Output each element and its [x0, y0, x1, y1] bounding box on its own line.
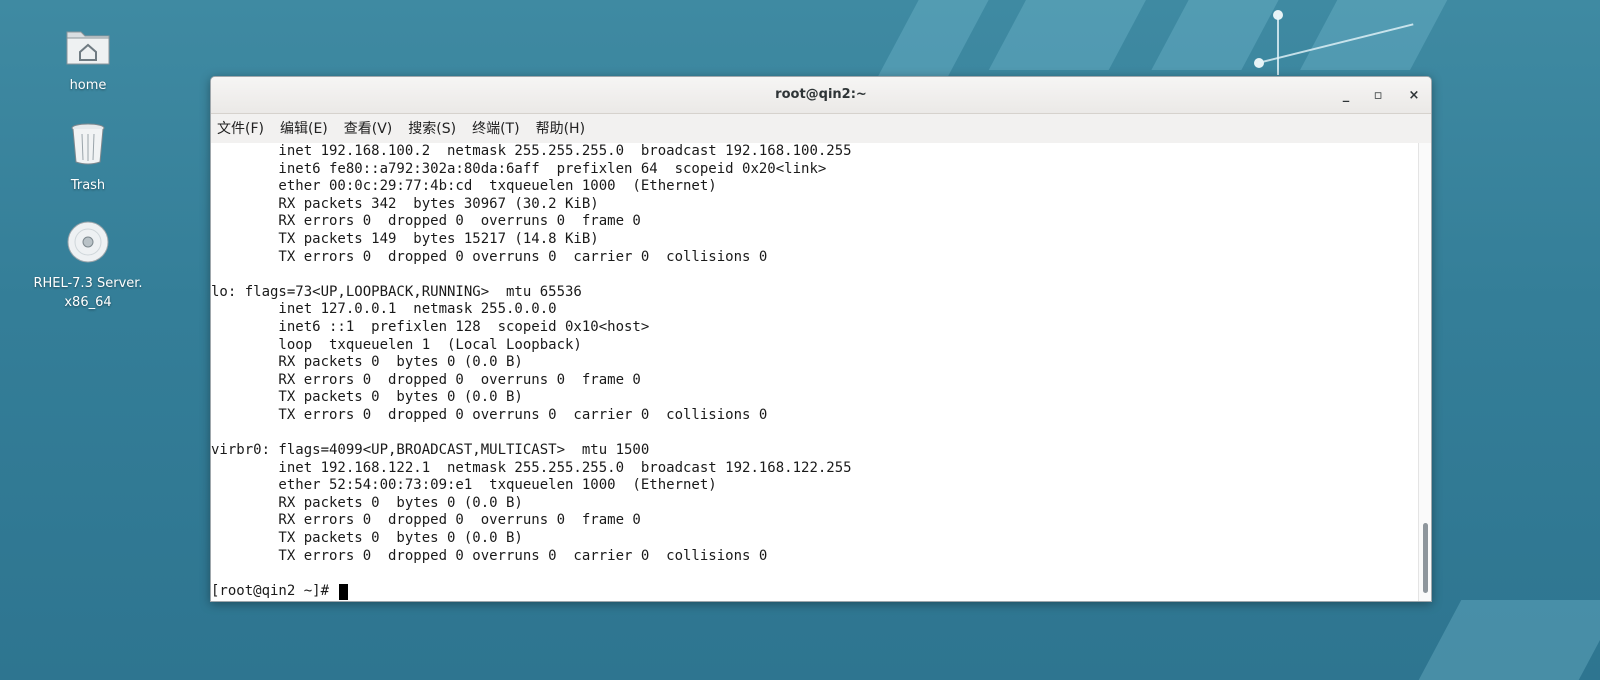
terminal-line: TX packets 0 bytes 0 (0.0 B) — [211, 530, 523, 547]
terminal-line: ether 00:0c:29:77:4b:cd txqueuelen 1000 … — [211, 178, 717, 195]
terminal-line: TX errors 0 dropped 0 overruns 0 carrier… — [211, 248, 768, 265]
desktop-icon-label: home — [69, 78, 107, 93]
shell-prompt-line[interactable]: [root@qin2 ~]# — [211, 583, 1419, 601]
trash-icon — [28, 122, 148, 172]
terminal-line: inet 192.168.122.1 netmask 255.255.255.0… — [211, 459, 852, 476]
minimize-icon[interactable]: _ — [1335, 85, 1357, 107]
shell-prompt: [root@qin2 ~]# — [211, 582, 338, 599]
desktop-icon-label: RHEL-7.3 Server. x86_64 — [33, 276, 143, 310]
terminal-line: lo: flags=73<UP,LOOPBACK,RUNNING> mtu 65… — [211, 283, 582, 300]
desktop-icon-label: Trash — [70, 178, 106, 193]
terminal-line: RX packets 342 bytes 30967 (30.2 KiB) — [211, 195, 599, 212]
menu-terminal[interactable]: 终端(T) — [472, 118, 519, 138]
optical-disc-icon — [28, 220, 148, 270]
menu-help[interactable]: 帮助(H) — [536, 118, 585, 138]
terminal-line: RX packets 0 bytes 0 (0.0 B) — [211, 494, 523, 511]
terminal-scrollbar[interactable] — [1418, 143, 1431, 601]
menu-bar: 文件(F) 编辑(E) 查看(V) 搜索(S) 终端(T) 帮助(H) — [211, 114, 1431, 142]
terminal-output[interactable]: inet 192.168.100.2 netmask 255.255.255.0… — [211, 143, 1419, 601]
terminal-line: RX errors 0 dropped 0 overruns 0 frame 0 — [211, 213, 641, 230]
terminal-line: TX errors 0 dropped 0 overruns 0 carrier… — [211, 406, 768, 423]
desktop-icon-trash[interactable]: Trash — [28, 122, 148, 195]
terminal-line: virbr0: flags=4099<UP,BROADCAST,MULTICAS… — [211, 442, 650, 459]
scrollbar-thumb[interactable] — [1423, 523, 1428, 593]
text-cursor — [339, 583, 349, 600]
window-titlebar[interactable]: root@qin2:~ _ ▫ × — [211, 77, 1431, 114]
terminal-line: TX errors 0 dropped 0 overruns 0 carrier… — [211, 547, 768, 564]
terminal-line: inet 192.168.100.2 netmask 255.255.255.0… — [211, 143, 852, 159]
menu-file[interactable]: 文件(F) — [217, 118, 264, 138]
menu-view[interactable]: 查看(V) — [344, 118, 393, 138]
menu-search[interactable]: 搜索(S) — [408, 118, 456, 138]
menu-edit[interactable]: 编辑(E) — [280, 118, 328, 138]
window-title: root@qin2:~ — [775, 87, 867, 102]
terminal-line: inet6 ::1 prefixlen 128 scopeid 0x10<hos… — [211, 318, 650, 335]
terminal-line: loop txqueuelen 1 (Local Loopback) — [211, 336, 582, 353]
terminal-line: inet6 fe80::a792:302a:80da:6aff prefixle… — [211, 160, 827, 177]
folder-home-icon — [28, 26, 148, 72]
terminal-line: TX packets 0 bytes 0 (0.0 B) — [211, 389, 523, 406]
desktop-icon-home[interactable]: home — [28, 26, 148, 95]
maximize-icon[interactable]: ▫ — [1367, 85, 1389, 107]
terminal-window[interactable]: root@qin2:~ _ ▫ × 文件(F) 编辑(E) 查看(V) 搜索(S… — [210, 76, 1432, 602]
close-icon[interactable]: × — [1403, 85, 1425, 107]
terminal-line: RX errors 0 dropped 0 overruns 0 frame 0 — [211, 512, 641, 529]
terminal-line: RX errors 0 dropped 0 overruns 0 frame 0 — [211, 371, 641, 388]
terminal-line: RX packets 0 bytes 0 (0.0 B) — [211, 354, 523, 371]
desktop-icon-rhel-disc[interactable]: RHEL-7.3 Server. x86_64 — [28, 220, 148, 312]
terminal-line: inet 127.0.0.1 netmask 255.0.0.0 — [211, 301, 557, 318]
terminal-line: ether 52:54:00:73:09:e1 txqueuelen 1000 … — [211, 477, 717, 494]
terminal-line: TX packets 149 bytes 15217 (14.8 KiB) — [211, 230, 599, 247]
